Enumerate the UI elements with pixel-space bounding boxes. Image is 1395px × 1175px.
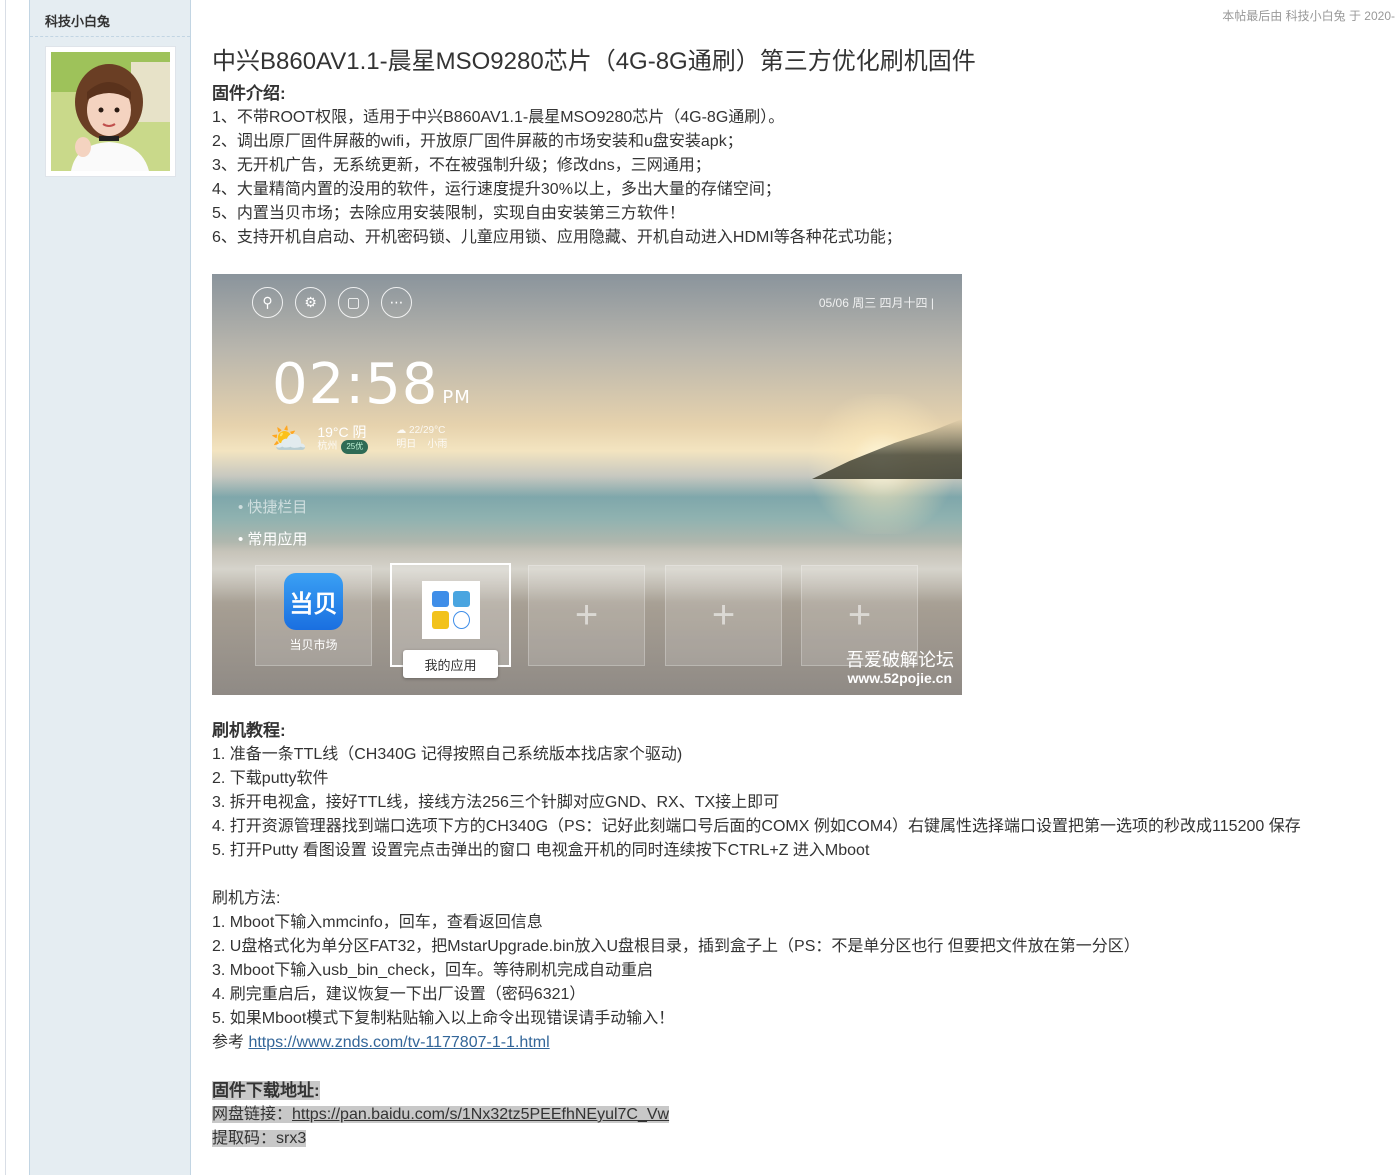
method-step: 4. 刷完重启后，建议恢复一下出厂设置（密码6321）: [212, 986, 586, 1003]
post-title: 中兴B860AV1.1-晨星MSO9280芯片（4G-8G通刷）第三方优化刷机固…: [212, 48, 976, 75]
tv-ampm: PM: [442, 387, 471, 408]
code-line: 提取码：srx3: [212, 1127, 1382, 1151]
empty-slot-tile: +: [665, 565, 782, 666]
method-step: 1. Mboot下输入mmcinfo，回车，查看返回信息: [212, 914, 543, 931]
author-divider: [30, 36, 190, 37]
intro-line: 6、支持开机自启动、开机密码锁、儿童应用锁、应用隐藏、开机自动进入HDMI等各种…: [212, 229, 902, 246]
download-heading-text: 固件下载地址:: [212, 1081, 320, 1100]
watermark-url: www.52pojie.cn: [847, 670, 952, 686]
intro-line: 5、内置当贝市场；去除应用安装限制，实现自由安装第三方软件！: [212, 205, 685, 222]
today-temp: 19°C 阴: [317, 424, 367, 440]
folder-icon: ▢: [338, 287, 369, 318]
author-name[interactable]: 科技小白兔: [45, 11, 110, 30]
tutorial-step: 5. 打开Putty 看图设置 设置完点击弹出的窗口 电视盒开机的同时连续按下C…: [212, 842, 870, 859]
method-step: 5. 如果Mboot模式下复制粘贴输入以上命令出现错误请手动输入！: [212, 1010, 675, 1027]
nav-quick-bar: • 快捷栏目: [238, 499, 308, 516]
tomorrow-label: 明日: [396, 439, 417, 450]
reference-line: 参考 https://www.znds.com/tv-1177807-1-1.h…: [212, 1031, 1382, 1055]
tomorrow-condition: 小雨: [427, 439, 448, 450]
page-left-edge: [0, 0, 6, 1175]
intro-line: 4、大量精简内置的没用的软件，运行速度提升30%以上，多出大量的存储空间；: [212, 181, 781, 198]
author-avatar[interactable]: [45, 46, 176, 177]
cloudy-icon: ⛅: [270, 423, 308, 456]
tv-home-screenshot[interactable]: ⚲ ⚙ ▢ ⋯ 05/06 周三 四月十四 | 02:58 PM ⛅ 19°C 阴…: [212, 274, 962, 695]
method-step: 2. U盘格式化为单分区FAT32，把MstarUpgrade.bin放入U盘根…: [212, 938, 1140, 955]
today-weather: 19°C 阴 杭州 25优: [317, 424, 369, 454]
intro-line: 3、无开机广告，无系统更新，不在被强制升级；修改dns，三网通用；: [212, 157, 711, 174]
reference-link[interactable]: https://www.znds.com/tv-1177807-1-1.html: [248, 1034, 549, 1051]
my-apps-label: 我的应用: [403, 650, 498, 678]
aqi-badge: 25优: [341, 440, 369, 454]
method-heading: 刷机方法:: [212, 890, 281, 907]
pan-prefix: 网盘链接：: [212, 1106, 293, 1123]
post-edit-meta: 本帖最后由 科技小白兔 于 2020-: [1222, 9, 1395, 23]
apps-grid-icon: [421, 581, 480, 639]
settings-icon: ⚙: [295, 287, 326, 318]
intro-heading: 固件介绍:: [212, 84, 286, 103]
search-icon: ⚲: [252, 287, 283, 318]
tomorrow-range: 22/29°C: [409, 425, 446, 436]
tutorial-step: 3. 拆开电视盒，接好TTL线，接线方法256三个针脚对应GND、RX、TX接上…: [212, 794, 780, 811]
tv-time: 02:58: [272, 352, 439, 417]
author-sidebar: 科技小白兔: [29, 0, 191, 1175]
dangbei-app-icon: 当贝: [284, 572, 343, 630]
watermark-title: 吾爱破解论坛: [846, 650, 954, 670]
tv-top-icons: ⚲ ⚙ ▢ ⋯: [252, 287, 412, 318]
post-content: 中兴B860AV1.1-晨星MSO9280芯片（4G-8G通刷）第三方优化刷机固…: [212, 42, 1382, 1151]
tv-clock: 02:58 PM: [272, 352, 471, 417]
empty-slot-tile: +: [528, 565, 645, 666]
pan-line: 网盘链接：https://pan.baidu.com/s/1Nx32tz5PEE…: [212, 1103, 1382, 1127]
tutorial-step: 1. 准备一条TTL线（CH340G 记得按照自己系统版本找店家个驱动): [212, 746, 683, 763]
tutorial-step: 2. 下载putty软件: [212, 770, 329, 787]
reference-prefix: 参考: [212, 1034, 249, 1051]
tv-weather: ⛅ 19°C 阴 杭州 25优 ☁ 22/29°C 明日 小雨: [270, 424, 447, 456]
avatar-photo: [51, 52, 170, 171]
rain-icon: ☁: [396, 425, 407, 436]
intro-line: 2、调出原厂固件屏蔽的wifi，开放原厂固件屏蔽的市场安装和u盘安装apk；: [212, 133, 743, 150]
intro-line: 1、不带ROOT权限，适用于中兴B860AV1.1-晨星MSO9280芯片（4G…: [212, 109, 785, 126]
tomorrow-weather: ☁ 22/29°C 明日 小雨: [396, 424, 447, 452]
message-icon: ⋯: [381, 287, 412, 318]
tv-date: 05/06 周三 四月十四 |: [818, 296, 934, 310]
city-name: 杭州: [317, 441, 338, 452]
tutorial-step: 4. 打开资源管理器找到端口选项下方的CH340G（PS：记好此刻端口号后面的C…: [212, 818, 1301, 835]
method-step: 3. Mboot下输入usb_bin_check，回车。等待刷机完成自动重启: [212, 962, 654, 979]
tutorial-heading: 刷机教程:: [212, 721, 286, 740]
dangbei-market-tile: 当贝 当贝市场: [255, 565, 372, 666]
dangbei-label: 当贝市场: [289, 637, 338, 652]
nav-common-apps: • 常用应用: [238, 531, 308, 548]
download-heading: 固件下载地址:: [212, 1079, 1382, 1103]
extract-code: 提取码：srx3: [212, 1130, 307, 1147]
pan-link[interactable]: https://pan.baidu.com/s/1Nx32tz5PEEfhNEy…: [292, 1106, 669, 1123]
